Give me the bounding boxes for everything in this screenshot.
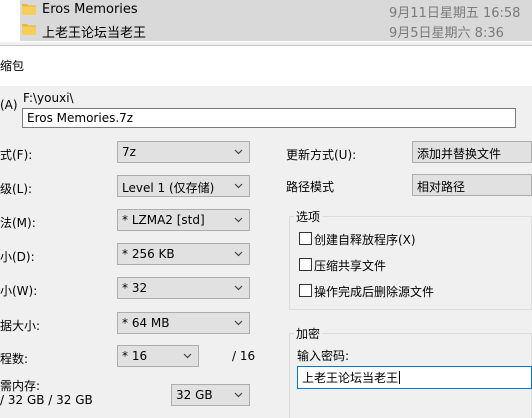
chevron-down-icon [234, 251, 243, 257]
password-value: 上老王论坛当老王 [302, 371, 399, 385]
threads-select[interactable]: * 16 [117, 345, 199, 367]
file-list: Eros Memories 9月11日星期五 16:58 上老王论坛当老王 9月… [0, 0, 532, 42]
file-date: 9月11日星期五 16:58 [389, 6, 521, 21]
sfx-label: 创建自释放程序(X) [314, 233, 416, 247]
path-mode-value: 相对路径 [417, 180, 466, 194]
level-value: Level 1 (仅存储) [122, 181, 215, 195]
sfx-checkbox[interactable] [299, 232, 312, 245]
text-caret [399, 371, 401, 384]
level-select[interactable]: Level 1 (仅存储) [117, 175, 250, 197]
level-label: 级(L): [0, 182, 33, 196]
password-input[interactable]: 上老王论坛当老王 [297, 366, 532, 389]
method-value: * LZMA2 [std] [122, 213, 205, 227]
path-mode-label: 路径模式 [286, 180, 335, 194]
memory-usage: / 32 GB / 32 GB [0, 393, 93, 407]
dialog-titlebar: 缩包 [0, 46, 532, 86]
shared-files-checkbox[interactable] [299, 258, 312, 271]
chevron-down-icon [234, 392, 243, 398]
word-size-select[interactable]: * 32 [117, 277, 250, 299]
dictionary-select[interactable]: * 256 KB [117, 243, 250, 265]
memory-select[interactable]: 32 GB [171, 384, 250, 406]
shared-files-label: 压缩共享文件 [314, 259, 387, 273]
file-row-laowang[interactable]: 上老王论坛当老王 9月5日星期六 8:36 [20, 20, 532, 41]
threads-max: / 16 [232, 349, 256, 363]
threads-label: 程数: [0, 352, 29, 366]
update-mode-label: 更新方式(U): [286, 148, 357, 162]
format-label: 式(F): [0, 148, 33, 162]
encryption-title: 加密 [294, 325, 323, 342]
method-label: 法(M): [0, 216, 36, 230]
options-title: 选项 [294, 208, 323, 225]
word-size-value: * 32 [122, 281, 148, 295]
word-size-label: 小(W): [0, 284, 38, 298]
delete-after-label: 操作完成后删除源文件 [314, 285, 435, 299]
format-select[interactable]: 7z [117, 141, 250, 163]
folder-icon [22, 24, 36, 35]
method-select[interactable]: * LZMA2 [std] [117, 209, 250, 231]
memory-value: 32 GB [176, 388, 213, 402]
archive-name-input[interactable]: Eros Memories.7z [22, 108, 516, 128]
chevron-down-icon [183, 353, 192, 359]
solid-block-label: 据大小: [0, 319, 41, 333]
chevron-down-icon [234, 285, 243, 291]
folder-icon [22, 4, 36, 15]
dialog-title: 缩包 [0, 59, 25, 73]
delete-after-checkbox[interactable] [299, 284, 312, 297]
update-mode-value: 添加并替换文件 [417, 147, 502, 161]
archive-path: F:\youxi\ [23, 91, 74, 105]
chevron-down-icon [234, 320, 243, 326]
update-mode-select[interactable]: 添加并替换文件 [412, 141, 532, 163]
dictionary-label: 小(D): [0, 250, 35, 264]
solid-block-value: * 64 MB [122, 316, 170, 330]
chevron-down-icon [234, 217, 243, 223]
dictionary-value: * 256 KB [122, 247, 175, 261]
solid-block-select[interactable]: * 64 MB [117, 312, 250, 334]
format-value: 7z [122, 145, 136, 159]
memory-label: 需内存: [0, 379, 41, 393]
threads-value: * 16 [122, 349, 148, 363]
add-to-archive-dialog: 缩包 (A) F:\youxi\ Eros Memories.7z 式(F): … [0, 45, 532, 418]
file-name: 上老王论坛当老王 [42, 26, 147, 41]
chevron-down-icon [234, 149, 243, 155]
chevron-down-icon [234, 183, 243, 189]
file-name: Eros Memories [42, 2, 138, 17]
archive-label: (A) [0, 98, 18, 112]
archive-name-value: Eros Memories.7z [27, 111, 134, 125]
file-row-eros-memories[interactable]: Eros Memories 9月11日星期五 16:58 [20, 0, 532, 21]
password-label: 输入密码: [297, 349, 350, 363]
path-mode-select[interactable]: 相对路径 [412, 174, 532, 196]
file-date: 9月5日星期六 8:36 [389, 26, 504, 41]
